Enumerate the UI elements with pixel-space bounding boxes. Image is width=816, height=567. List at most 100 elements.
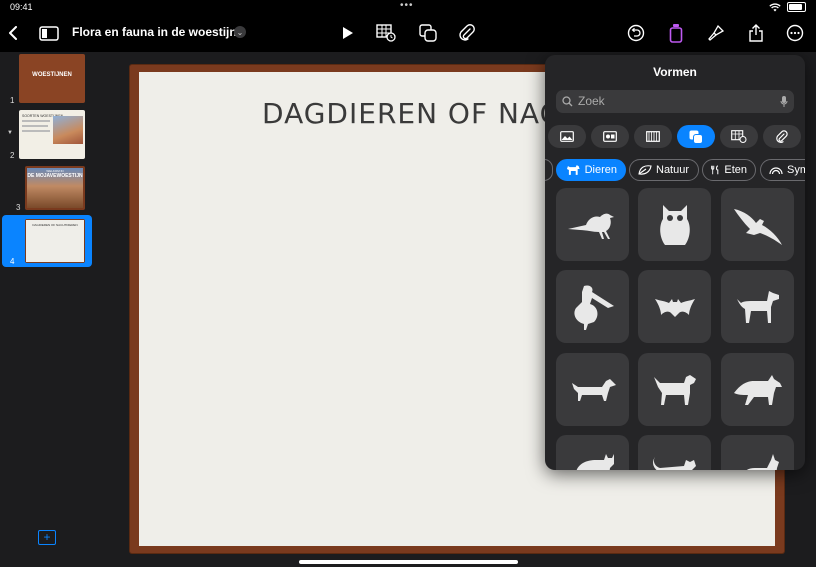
microphone-icon[interactable] (780, 95, 788, 108)
shape-tile-bat[interactable] (638, 270, 711, 343)
cat-icon (576, 453, 614, 470)
tab-images[interactable] (548, 125, 586, 148)
pattern-icon (646, 131, 660, 142)
tab-charts[interactable] (634, 125, 672, 148)
category-chip-animals[interactable]: Dieren (556, 159, 626, 181)
add-slide-button[interactable]: + (38, 530, 56, 545)
sidebar-icon (39, 25, 59, 41)
dog-icon (736, 290, 779, 323)
status-time: 09:41 (10, 2, 33, 12)
more-icon (786, 24, 804, 42)
slide-number: 3 (16, 203, 21, 212)
shapes-icon (419, 24, 437, 42)
shape-tile-cat-walking[interactable] (638, 435, 711, 470)
paintbrush-icon (708, 24, 725, 41)
toolbar: Flora en fauna in de woestijn ⌄ (0, 14, 816, 52)
tab-attachments[interactable] (763, 125, 801, 148)
share-button[interactable] (745, 22, 767, 44)
slide-number: 1 (10, 96, 15, 105)
category-chip-food[interactable]: Eten (702, 159, 756, 181)
slide-thumbnail-2[interactable]: SOORTEN WOESTIJNEN (19, 110, 85, 159)
eagle-icon (733, 208, 782, 245)
dog-icon (566, 165, 580, 175)
format-button[interactable] (665, 22, 687, 44)
table-icon (376, 24, 396, 42)
shapes-button[interactable] (417, 22, 439, 44)
category-chip-nature[interactable]: Natuur (629, 159, 699, 181)
title-chevron-down-icon[interactable]: ⌄ (234, 26, 246, 38)
category-label: Natuur (656, 164, 690, 176)
pelican-icon (573, 284, 614, 330)
battery-icon (787, 2, 806, 12)
fork-knife-icon (711, 165, 719, 175)
home-indicator[interactable] (299, 560, 518, 564)
leaf-icon (638, 165, 652, 175)
status-indicators (769, 2, 806, 12)
sidebar-toggle-button[interactable] (38, 22, 60, 44)
shape-tile-cat-standing[interactable] (721, 435, 794, 470)
undo-button[interactable] (625, 22, 647, 44)
status-bar: 09:41 ••• (0, 0, 816, 14)
category-label: Dieren (584, 164, 617, 176)
wolf-icon (733, 374, 782, 405)
slide-thumbnail-3[interactable]: WELKOM IN DE MOJAVEWOESTIJN (25, 166, 85, 210)
tab-media[interactable] (591, 125, 629, 148)
multitasking-dots[interactable]: ••• (400, 0, 414, 11)
shapes-icon (689, 130, 703, 144)
shapes-popover: Vormen Zoek Dieren Natuur Eten Sym (545, 55, 805, 470)
cat-icon (652, 455, 696, 470)
shape-tile-dog[interactable] (721, 270, 794, 343)
tab-shapes[interactable] (677, 125, 715, 148)
document-title[interactable]: Flora en fauna in de woestijn (72, 25, 237, 39)
bird-icon (567, 213, 614, 239)
slide-heading[interactable]: DAGDIEREN OF NACH (262, 97, 582, 130)
hound-icon (653, 374, 696, 405)
search-field[interactable]: Zoek (556, 90, 794, 113)
back-button[interactable] (2, 22, 24, 44)
search-icon (562, 96, 573, 107)
category-label: Eten (724, 164, 747, 176)
paperclip-icon (776, 129, 788, 143)
shape-tile-wolf[interactable] (721, 353, 794, 426)
shape-tile-cat-sitting[interactable] (556, 435, 629, 470)
slide-thumbnail-title: DE MOJAVEWOESTIJN (27, 173, 83, 179)
slide-thumbnail-title: WOESTIJNEN (32, 72, 72, 78)
cat-icon (745, 453, 779, 470)
table-button[interactable] (375, 22, 397, 44)
share-icon (749, 24, 763, 42)
shape-tile-hound[interactable] (638, 353, 711, 426)
slide-thumbnail-1[interactable]: WOESTIJNEN (19, 54, 85, 103)
undo-icon (627, 24, 645, 42)
dachshund-icon (571, 378, 616, 401)
chevron-left-icon (9, 26, 17, 40)
attachment-button[interactable] (456, 22, 478, 44)
slide-thumbnail-title: DAGDIEREN OF NACHTDIEREN (32, 223, 78, 227)
table-icon (731, 130, 747, 143)
media-icon (603, 131, 617, 142)
bat-icon (654, 298, 695, 317)
paperclip-icon (459, 24, 475, 41)
shape-tile-pelican[interactable] (556, 270, 629, 343)
more-button[interactable] (784, 22, 806, 44)
play-button[interactable] (337, 22, 359, 44)
shape-tile-dachshund[interactable] (556, 353, 629, 426)
category-chip-previous[interactable] (545, 159, 553, 181)
category-chip-symbols[interactable]: Sym (760, 159, 805, 181)
animate-button[interactable] (705, 22, 727, 44)
tab-tables[interactable] (720, 125, 758, 148)
wifi-icon (769, 2, 781, 11)
category-label: Sym (787, 164, 805, 176)
slide-navigator: 1 WOESTIJNEN ▼ 2 SOORTEN WOESTIJNEN 3 WE… (0, 52, 96, 567)
rainbow-icon (769, 167, 783, 175)
shape-tile-bird[interactable] (556, 188, 629, 261)
owl-icon (659, 204, 690, 245)
slide-number: 2 (10, 151, 15, 160)
search-input[interactable]: Zoek (578, 90, 605, 113)
shape-tile-owl[interactable] (638, 188, 711, 261)
shape-tile-eagle[interactable] (721, 188, 794, 261)
slide-number: 4 (10, 257, 15, 266)
photo-icon (560, 131, 574, 142)
collapse-triangle-icon[interactable]: ▼ (7, 130, 13, 136)
play-icon (343, 27, 353, 39)
slide-thumbnail-4[interactable]: DAGDIEREN OF NACHTDIEREN (25, 219, 85, 263)
